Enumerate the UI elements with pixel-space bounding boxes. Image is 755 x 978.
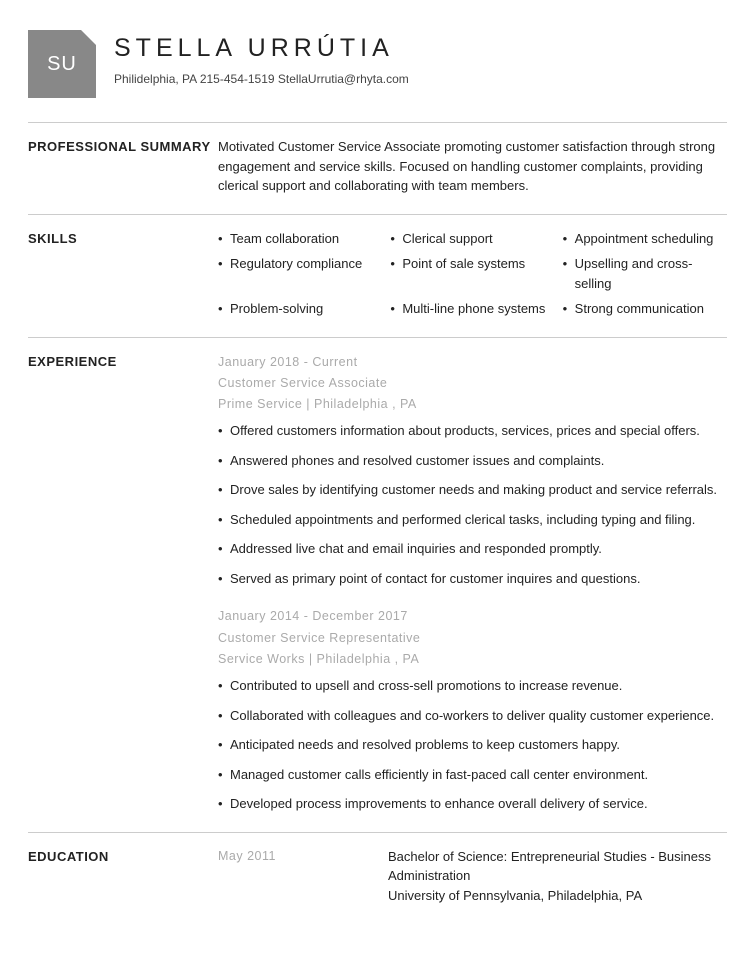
experience-label: EXPERIENCE <box>28 352 218 814</box>
education-label: EDUCATION <box>28 847 218 906</box>
skill-item: Team collaboration <box>218 229 382 249</box>
skills-label: SKILLS <box>28 229 218 319</box>
skill-item: Appointment scheduling <box>563 229 727 249</box>
job-company: Service Works | Philadelphia , PA <box>218 649 727 670</box>
education-school: University of Pennsylvania, Philadelphia… <box>388 886 727 906</box>
job-company: Prime Service | Philadelphia , PA <box>218 394 727 415</box>
skill-item: Problem-solving <box>218 299 382 319</box>
skill-item: Upselling and cross-selling <box>563 254 727 293</box>
job-meta: January 2018 - CurrentCustomer Service A… <box>218 352 727 416</box>
job-bullets: Contributed to upsell and cross-sell pro… <box>218 676 727 814</box>
skills-grid: Team collaboration Clerical support Appoin… <box>218 229 727 319</box>
job-bullet: Managed customer calls efficiently in fa… <box>218 765 727 785</box>
section-skills: SKILLS Team collaboration Clerical suppor… <box>28 214 727 337</box>
job-bullet: Anticipated needs and resolved problems … <box>218 735 727 755</box>
education-degree: Bachelor of Science: Entrepreneurial Stu… <box>388 847 727 886</box>
section-experience: EXPERIENCE January 2018 - CurrentCustome… <box>28 337 727 832</box>
header: SU STELLA URRÚTIA Philidelphia, PA 215-4… <box>28 30 727 98</box>
job-title: Customer Service Associate <box>218 373 727 394</box>
job-meta: January 2014 - December 2017Customer Ser… <box>218 606 727 670</box>
job-bullet: Collaborated with colleagues and co-work… <box>218 706 727 726</box>
job-bullet: Developed process improvements to enhanc… <box>218 794 727 814</box>
job-bullet: Addressed live chat and email inquiries … <box>218 539 727 559</box>
job-title: Customer Service Representative <box>218 628 727 649</box>
job-dates: January 2014 - December 2017 <box>218 606 727 627</box>
skill-item: Point of sale systems <box>390 254 554 293</box>
jobs-list: January 2018 - CurrentCustomer Service A… <box>218 352 727 814</box>
skill-item: Multi-line phone systems <box>390 299 554 319</box>
job-bullet: Offered customers information about prod… <box>218 421 727 441</box>
full-name: STELLA URRÚTIA <box>114 30 409 68</box>
job-dates: January 2018 - Current <box>218 352 727 373</box>
skill-item: Strong communication <box>563 299 727 319</box>
skill-item: Regulatory compliance <box>218 254 382 293</box>
education-date: May 2011 <box>218 847 388 906</box>
job-bullet: Drove sales by identifying customer need… <box>218 480 727 500</box>
summary-text: Motivated Customer Service Associate pro… <box>218 137 727 196</box>
initials: SU <box>47 49 77 79</box>
job-bullets: Offered customers information about prod… <box>218 421 727 588</box>
job: January 2018 - CurrentCustomer Service A… <box>218 352 727 589</box>
job-bullet: Answered phones and resolved customer is… <box>218 451 727 471</box>
job-bullet: Contributed to upsell and cross-sell pro… <box>218 676 727 696</box>
job-bullet: Scheduled appointments and performed cle… <box>218 510 727 530</box>
skill-item: Clerical support <box>390 229 554 249</box>
section-education: EDUCATION May 2011 Bachelor of Science: … <box>28 832 727 924</box>
contact-line: Philidelphia, PA 215-454-1519 StellaUrru… <box>114 70 409 88</box>
section-summary: PROFESSIONAL SUMMARY Motivated Customer … <box>28 122 727 214</box>
job: January 2014 - December 2017Customer Ser… <box>218 606 727 813</box>
monogram-badge: SU <box>28 30 96 98</box>
summary-label: PROFESSIONAL SUMMARY <box>28 137 218 196</box>
job-bullet: Served as primary point of contact for c… <box>218 569 727 589</box>
